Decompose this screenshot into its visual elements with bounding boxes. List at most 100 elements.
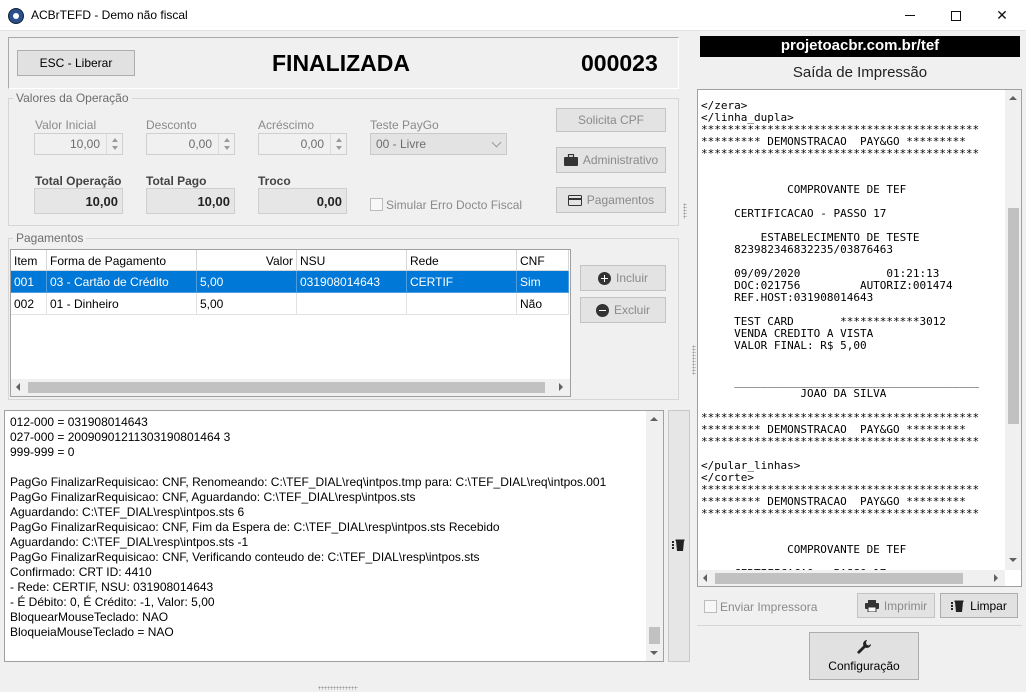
minimize-icon [905, 15, 915, 16]
print-line: COMPROVANTE DE TEF [701, 183, 907, 196]
acrescimo-spin: 0,00 [258, 133, 347, 155]
total-pago-value: 10,00 [146, 188, 235, 214]
scroll-left-icon [703, 574, 707, 582]
troco-label: Troco [258, 174, 291, 188]
spin-arrows-icon [106, 134, 122, 154]
print-line: REF.HOST:031908014643 [701, 291, 874, 304]
credit-card-icon [567, 194, 582, 206]
table-cell[interactable]: 031908014643 [297, 271, 407, 293]
limpar-button[interactable]: Limpar [940, 593, 1018, 618]
spin-arrows-icon [330, 134, 346, 154]
table-cell[interactable]: 5,00 [197, 271, 297, 293]
table-cell[interactable]: 5,00 [197, 293, 297, 315]
log-line: PagGo FinalizarRequisicao: CNF, Aguardan… [10, 490, 416, 504]
table-cell[interactable]: 002 [11, 293, 47, 315]
log-vertical-scrollbar[interactable] [646, 411, 663, 661]
pagamentos-button[interactable]: Pagamentos [556, 187, 666, 213]
table-cell[interactable] [297, 293, 407, 315]
log-line: PagGo FinalizarRequisicao: CNF, Renomean… [10, 475, 607, 489]
valores-operacao-legend: Valores da Operação [13, 91, 132, 105]
solicita-cpf-button[interactable]: Solicita CPF [556, 108, 666, 132]
print-horizontal-scrollbar[interactable] [698, 570, 1005, 586]
desconto-value: 0,00 [188, 137, 212, 151]
print-vertical-scrollbar[interactable] [1005, 90, 1021, 570]
valor-inicial-value: 10,00 [69, 137, 100, 151]
column-header-nsu[interactable]: NSU [297, 250, 407, 271]
briefcase-icon [563, 154, 578, 166]
log-line: Aguardando: C:\TEF_DIAL\resp\intpos.sts … [10, 535, 249, 549]
print-line: COMPROVANTE DE TEF [701, 543, 907, 556]
column-header-item[interactable]: Item [11, 250, 47, 271]
configuracao-button[interactable]: Configuração [809, 632, 919, 680]
print-line: CERTIFICACAO - PASSO 17 [701, 207, 887, 220]
acrescimo-value: 0,00 [300, 137, 324, 151]
total-operacao-label: Total Operação [35, 174, 122, 188]
column-header-forma[interactable]: Forma de Pagamento [47, 250, 197, 271]
pagamentos-grid[interactable]: Item Forma de Pagamento Valor NSU Rede C… [10, 249, 571, 397]
log-line: Aguardando: C:\TEF_DIAL\resp\intpos.sts … [10, 505, 245, 519]
log-line: - Rede: CERTIF, NSU: 031908014643 [10, 580, 214, 594]
print-output[interactable]: </zera> </linha_dupla> *******************… [697, 89, 1022, 587]
grid-horizontal-scrollbar[interactable] [11, 379, 570, 396]
table-cell[interactable]: 001 [11, 271, 47, 293]
spin-arrows-icon [218, 134, 234, 154]
scroll-down-icon [1009, 558, 1017, 562]
desconto-spin: 0,00 [146, 133, 235, 155]
log-line: 999-999 = 0 [10, 445, 75, 459]
administrativo-button[interactable]: Administrativo [556, 147, 666, 173]
scroll-right-icon [994, 574, 998, 582]
scroll-down-icon [650, 651, 658, 655]
clear-log-button[interactable] [668, 410, 690, 662]
clear-icon [951, 600, 964, 612]
close-button[interactable]: ✕ [979, 0, 1025, 31]
table-cell[interactable]: Não [517, 293, 569, 315]
teste-paygo-select: 00 - Livre [370, 133, 507, 155]
status-text: FINALIZADA [272, 50, 410, 76]
operation-number: 000023 [581, 50, 658, 76]
maximize-button[interactable] [933, 0, 979, 31]
chevron-down-icon [491, 137, 502, 148]
log-line: 027-000 = 20090901211303190801464 3 [10, 430, 231, 444]
maximize-icon [951, 10, 961, 21]
scrollbar-thumb[interactable] [649, 627, 660, 644]
excluir-button[interactable]: Excluir [580, 297, 666, 323]
esc-liberar-button[interactable]: ESC - Liberar [17, 50, 135, 76]
splitter-grip[interactable] [318, 686, 358, 690]
pagamentos-legend: Pagamentos [13, 231, 87, 245]
log-line: 012-000 = 031908014643 [10, 415, 148, 429]
table-cell[interactable] [407, 293, 517, 315]
column-header-valor[interactable]: Valor [197, 250, 297, 271]
log-memo[interactable]: 012-000 = 031908014643 027-000 = 2009090… [4, 410, 664, 662]
log-line: BloquearMouseTeclado: NAO [10, 610, 169, 624]
splitter-grip[interactable] [692, 345, 696, 375]
plus-circle-icon [597, 271, 611, 285]
total-operacao-value: 10,00 [34, 188, 123, 214]
splitter-grip[interactable] [683, 203, 687, 219]
teste-paygo-label: Teste PayGo [370, 118, 439, 132]
minimize-button[interactable] [887, 0, 933, 31]
scrollbar-thumb[interactable] [715, 573, 963, 584]
column-header-rede[interactable]: Rede [407, 250, 517, 271]
table-cell[interactable]: 03 - Cartão de Crédito [47, 271, 197, 293]
enviar-impressora-label: Enviar Impressora [720, 600, 818, 614]
incluir-button[interactable]: Incluir [580, 265, 666, 291]
log-line: BloqueiaMouseTeclado = NAO [10, 625, 174, 639]
simular-erro-checkbox[interactable] [370, 198, 383, 211]
clear-icon [672, 539, 685, 551]
log-line: PagGo FinalizarRequisicao: CNF, Verifica… [10, 550, 480, 564]
column-header-cnf[interactable]: CNF [517, 250, 569, 271]
window-title: ACBrTEFD - Demo não fiscal [31, 8, 188, 22]
scrollbar-thumb[interactable] [28, 382, 545, 393]
table-cell[interactable]: Sim [517, 271, 569, 293]
table-cell[interactable]: CERTIF [407, 271, 517, 293]
scrollbar-thumb[interactable] [1008, 208, 1019, 424]
saida-impressao-title: Saída de Impressão [792, 64, 928, 81]
valor-inicial-label: Valor Inicial [35, 118, 97, 132]
enviar-impressora-checkbox[interactable] [704, 600, 717, 613]
minus-circle-icon [595, 303, 609, 317]
acrescimo-label: Acréscimo [258, 118, 315, 132]
imprimir-button[interactable]: Imprimir [857, 593, 935, 618]
valor-inicial-spin: 10,00 [34, 133, 123, 155]
simular-erro-label: Simular Erro Docto Fiscal [386, 198, 523, 212]
table-cell[interactable]: 01 - Dinheiro [47, 293, 197, 315]
